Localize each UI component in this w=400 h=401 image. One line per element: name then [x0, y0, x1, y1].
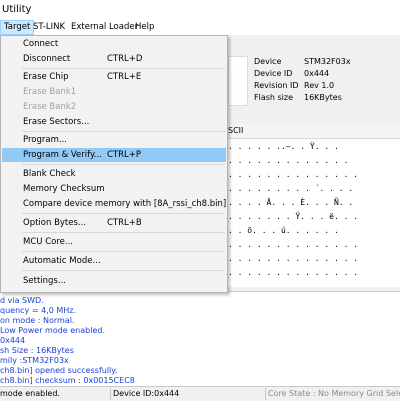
log-line: ch8.bin] opened successfully. — [0, 366, 118, 375]
device-info-panel: Device STM32F03x Device ID 0x444 Revisio… — [250, 56, 400, 104]
status-divider — [110, 388, 111, 400]
memory-row: . . . . Ä. . . È. . . Ñ. . — [228, 198, 354, 207]
menu-item-shortcut: CTRL+D — [107, 54, 143, 64]
log-line: 0x444 — [0, 336, 26, 345]
log-line: mily :STM32F03x — [0, 356, 69, 365]
memory-row: . . . . . . . . . . . . . . — [228, 268, 359, 277]
flash-size-row: Flash size 16KBytes — [250, 92, 400, 104]
memory-row: . . . . . . . Ÿ. . . ë. . . — [228, 212, 359, 221]
memory-view[interactable]: . . . . . ..—. . Ÿ. . . . . . . . . . . … — [228, 139, 400, 287]
device-value: STM32F03x — [304, 57, 351, 66]
device-row: Device STM32F03x — [250, 56, 400, 68]
menu-help[interactable]: Help — [132, 20, 157, 35]
menu-item-label: Option Bytes... — [23, 218, 87, 228]
menu-item-program-verify[interactable]: Program & Verify... CTRL+P — [2, 148, 226, 162]
menu-separator — [22, 213, 225, 214]
status-divider — [265, 388, 266, 400]
menu-item-label: Erase Sectors... — [23, 117, 90, 127]
memory-row: . . . . . . . . . . . . . . — [228, 170, 359, 179]
menu-item-erase-sectors[interactable]: Erase Sectors... — [2, 115, 226, 129]
status-bar: mode enabled. Device ID:0x444 Core State… — [0, 386, 400, 401]
log-line: on mode : Normal. — [0, 316, 75, 325]
menu-separator — [22, 270, 225, 271]
menu-item-label: Compare device memory with [8A_rssi_ch8.… — [23, 199, 227, 209]
menu-item-erase-bank2: Erase Bank2 — [2, 100, 226, 114]
menu-item-label: Program... — [23, 135, 67, 145]
menu-item-shortcut: CTRL+E — [107, 72, 142, 82]
menu-item-label: Erase Chip — [23, 72, 69, 82]
memory-header: SCII — [228, 124, 400, 139]
target-menu-dropdown: Connect Disconnect CTRL+D Erase Chip CTR… — [0, 35, 228, 293]
memory-row: . . . . . . . . . . . . . — [228, 156, 349, 165]
menu-item-shortcut: CTRL+P — [107, 150, 142, 160]
revision-id-value: Rev 1.0 — [304, 81, 335, 90]
device-id-row: Device ID 0x444 — [250, 68, 400, 80]
menu-item-erase-bank1: Erase Bank1 — [2, 85, 226, 99]
menu-item-label: Erase Bank2 — [23, 102, 77, 112]
flash-size-value: 16KBytes — [304, 93, 342, 102]
log-line: sh Size : 16KBytes — [0, 346, 74, 355]
menu-item-automatic-mode[interactable]: Automatic Mode... — [2, 254, 226, 268]
status-device-id: Device ID:0x444 — [113, 389, 180, 398]
menu-item-erase-chip[interactable]: Erase Chip CTRL+E — [2, 70, 226, 84]
menu-item-option-bytes[interactable]: Option Bytes... CTRL+B — [2, 216, 226, 230]
device-id-label: Device ID — [254, 69, 293, 78]
info-panel-frame — [228, 56, 248, 106]
menu-item-memory-checksum[interactable]: Memory Checksum — [2, 182, 226, 196]
revision-id-row: Revision ID Rev 1.0 — [250, 80, 400, 92]
menu-external-loader[interactable]: External Loader — [68, 20, 141, 35]
log-panel[interactable]: d via SWD. quency = 4,0 MHz. on mode : N… — [0, 291, 400, 387]
memory-row: . . ö. . . ú. . . . . . — [228, 226, 339, 235]
menu-separator — [22, 251, 225, 252]
log-line: d via SWD. — [0, 296, 44, 305]
menu-bar: Target ST-LINK External Loader Help — [0, 20, 400, 35]
memory-row: . . . . . ..—. . Ÿ. . . — [228, 142, 339, 151]
device-label: Device — [254, 57, 282, 66]
memory-row: . . . . . . . . . ´. . . . — [228, 184, 354, 193]
log-line: Low Power mode enabled. — [0, 326, 105, 335]
menu-item-shortcut: CTRL+B — [107, 218, 142, 228]
menu-st-link[interactable]: ST-LINK — [30, 20, 68, 35]
menu-separator — [22, 232, 225, 233]
menu-item-connect[interactable]: Connect — [2, 37, 226, 51]
menu-item-label: Disconnect — [23, 54, 71, 64]
menu-item-settings[interactable]: Settings... — [2, 274, 226, 288]
device-id-value: 0x444 — [304, 69, 330, 78]
menu-item-label: Automatic Mode... — [23, 256, 101, 266]
menu-item-label: Connect — [23, 39, 59, 49]
menu-separator — [22, 68, 225, 69]
menu-item-label: Erase Bank1 — [23, 87, 77, 97]
menu-item-label: Blank Check — [23, 169, 76, 179]
status-mode: mode enabled. — [0, 389, 60, 398]
menu-separator — [22, 164, 225, 165]
flash-size-label: Flash size — [254, 93, 294, 102]
menu-item-label: MCU Core... — [23, 237, 73, 247]
status-core-state: Core State : No Memory Grid Sele — [268, 389, 400, 398]
title-bar: Utility — [0, 0, 400, 20]
menu-item-label: Settings... — [23, 276, 66, 286]
memory-row: . . . . . . . . . . . . . . — [228, 240, 359, 249]
menu-separator — [22, 131, 225, 132]
memory-row: . . . . . . . . . . . . . . — [228, 254, 359, 263]
menu-item-label: Memory Checksum — [23, 184, 105, 194]
menu-item-mcu-core[interactable]: MCU Core... — [2, 235, 226, 249]
menu-item-blank-check[interactable]: Blank Check — [2, 167, 226, 181]
window-title: Utility — [2, 4, 32, 15]
ascii-column-header: SCII — [228, 126, 244, 135]
revision-id-label: Revision ID — [254, 81, 299, 90]
menu-item-compare-memory[interactable]: Compare device memory with [8A_rssi_ch8.… — [2, 197, 226, 211]
menu-item-disconnect[interactable]: Disconnect CTRL+D — [2, 52, 226, 66]
log-line: quency = 4,0 MHz. — [0, 306, 76, 315]
menu-item-label: Program & Verify... — [23, 150, 102, 160]
menu-item-program[interactable]: Program... — [2, 133, 226, 147]
log-line: ch8.bin] checksum : 0x0015CEC8 — [0, 376, 135, 385]
